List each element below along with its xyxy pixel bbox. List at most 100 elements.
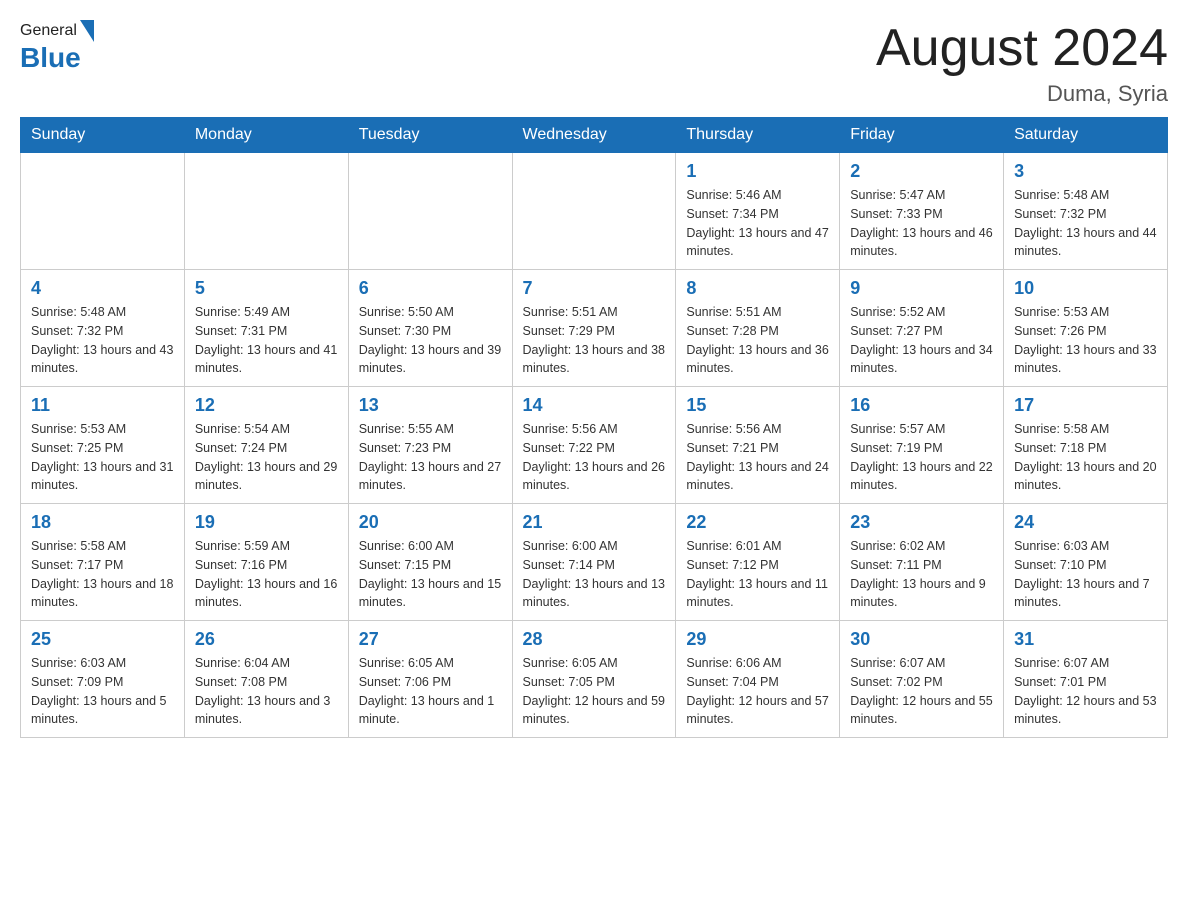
calendar-day-cell: 2Sunrise: 5:47 AMSunset: 7:33 PMDaylight…: [840, 153, 1004, 270]
calendar-day-cell: 10Sunrise: 5:53 AMSunset: 7:26 PMDayligh…: [1004, 270, 1168, 387]
day-number: 22: [686, 512, 829, 533]
calendar-week-row: 4 Sunrise: 5:48 AMSunset: 7:32 PMDaylight…: [21, 270, 1168, 387]
day-info: Sunrise: 5:53 AMSunset: 7:26 PMDaylight:…: [1014, 303, 1157, 378]
day-number: 17: [1014, 395, 1157, 416]
day-number: 9: [850, 278, 993, 299]
page-header: General Blue August 2024 Duma, Syria: [20, 20, 1168, 107]
day-number: 6: [359, 278, 502, 299]
day-info: Sunrise: 6:00 AMSunset: 7:14 PMDaylight:…: [523, 537, 666, 612]
day-of-week-header: Tuesday: [348, 118, 512, 153]
day-number: 16: [850, 395, 993, 416]
day-of-week-header: Monday: [184, 118, 348, 153]
day-info: Sunrise: 5:51 AMSunset: 7:28 PMDaylight:…: [686, 303, 829, 378]
calendar-day-cell: 5Sunrise: 5:49 AMSunset: 7:31 PMDaylight…: [184, 270, 348, 387]
calendar-day-cell: 29 Sunrise: 6:06 AMSunset: 7:04 PMDayligh…: [676, 621, 840, 738]
day-info: Sunrise: 6:00 AMSunset: 7:15 PMDaylight:…: [359, 537, 502, 612]
calendar-week-row: 25Sunrise: 6:03 AMSunset: 7:09 PMDayligh…: [21, 621, 1168, 738]
calendar-day-cell: 4 Sunrise: 5:48 AMSunset: 7:32 PMDaylight…: [21, 270, 185, 387]
calendar-day-cell: 12Sunrise: 5:54 AMSunset: 7:24 PMDayligh…: [184, 387, 348, 504]
day-number: 29: [686, 629, 829, 650]
calendar-day-cell: 20Sunrise: 6:00 AMSunset: 7:15 PMDayligh…: [348, 504, 512, 621]
logo-general-text: General: [20, 22, 77, 40]
day-of-week-header: Friday: [840, 118, 1004, 153]
logo-arrow-icon: [80, 20, 94, 42]
calendar-day-cell: 28 Sunrise: 6:05 AMSunset: 7:05 PMDayligh…: [512, 621, 676, 738]
day-number: 11: [31, 395, 174, 416]
day-number: 3: [1014, 161, 1157, 182]
calendar-day-cell: 23 Sunrise: 6:02 AMSunset: 7:11 PMDayligh…: [840, 504, 1004, 621]
day-info: Sunrise: 5:57 AMSunset: 7:19 PMDaylight:…: [850, 420, 993, 495]
day-info: Sunrise: 5:48 AMSunset: 7:32 PMDaylight:…: [1014, 186, 1157, 261]
day-info: Sunrise: 5:55 AMSunset: 7:23 PMDaylight:…: [359, 420, 502, 495]
calendar-week-row: 11 Sunrise: 5:53 AMSunset: 7:25 PMDayligh…: [21, 387, 1168, 504]
day-number: 1: [686, 161, 829, 182]
day-number: 24: [1014, 512, 1157, 533]
day-info: Sunrise: 6:03 AMSunset: 7:10 PMDaylight:…: [1014, 537, 1157, 612]
day-of-week-header: Thursday: [676, 118, 840, 153]
calendar-day-cell: 14 Sunrise: 5:56 AMSunset: 7:22 PMDayligh…: [512, 387, 676, 504]
day-info: Sunrise: 6:03 AMSunset: 7:09 PMDaylight:…: [31, 654, 174, 729]
day-number: 23: [850, 512, 993, 533]
day-info: Sunrise: 5:56 AMSunset: 7:22 PMDaylight:…: [523, 420, 666, 495]
day-info: Sunrise: 5:50 AMSunset: 7:30 PMDaylight:…: [359, 303, 502, 378]
day-info: Sunrise: 5:52 AMSunset: 7:27 PMDaylight:…: [850, 303, 993, 378]
calendar-day-cell: 18 Sunrise: 5:58 AMSunset: 7:17 PMDayligh…: [21, 504, 185, 621]
calendar-day-cell: 13 Sunrise: 5:55 AMSunset: 7:23 PMDayligh…: [348, 387, 512, 504]
day-info: Sunrise: 5:53 AMSunset: 7:25 PMDaylight:…: [31, 420, 174, 495]
day-number: 7: [523, 278, 666, 299]
calendar-day-cell: 19Sunrise: 5:59 AMSunset: 7:16 PMDayligh…: [184, 504, 348, 621]
logo: General Blue: [20, 20, 95, 74]
day-number: 21: [523, 512, 666, 533]
location-subtitle: Duma, Syria: [876, 81, 1168, 107]
day-number: 15: [686, 395, 829, 416]
day-number: 14: [523, 395, 666, 416]
day-info: Sunrise: 5:46 AMSunset: 7:34 PMDaylight:…: [686, 186, 829, 261]
day-info: Sunrise: 5:56 AMSunset: 7:21 PMDaylight:…: [686, 420, 829, 495]
day-number: 18: [31, 512, 174, 533]
calendar-week-row: 1 Sunrise: 5:46 AMSunset: 7:34 PMDaylight…: [21, 153, 1168, 270]
calendar-day-cell: 25Sunrise: 6:03 AMSunset: 7:09 PMDayligh…: [21, 621, 185, 738]
day-number: 27: [359, 629, 502, 650]
day-number: 26: [195, 629, 338, 650]
day-number: 28: [523, 629, 666, 650]
calendar-table: SundayMondayTuesdayWednesdayThursdayFrid…: [20, 117, 1168, 738]
day-number: 13: [359, 395, 502, 416]
day-info: Sunrise: 6:05 AMSunset: 7:06 PMDaylight:…: [359, 654, 502, 729]
day-info: Sunrise: 6:05 AMSunset: 7:05 PMDaylight:…: [523, 654, 666, 729]
calendar-day-cell: 15 Sunrise: 5:56 AMSunset: 7:21 PMDayligh…: [676, 387, 840, 504]
days-header-row: SundayMondayTuesdayWednesdayThursdayFrid…: [21, 118, 1168, 153]
day-number: 2: [850, 161, 993, 182]
calendar-day-cell: 24 Sunrise: 6:03 AMSunset: 7:10 PMDayligh…: [1004, 504, 1168, 621]
day-info: Sunrise: 6:07 AMSunset: 7:01 PMDaylight:…: [1014, 654, 1157, 729]
day-number: 4: [31, 278, 174, 299]
calendar-day-cell: 26Sunrise: 6:04 AMSunset: 7:08 PMDayligh…: [184, 621, 348, 738]
calendar-day-cell: 16 Sunrise: 5:57 AMSunset: 7:19 PMDayligh…: [840, 387, 1004, 504]
title-block: August 2024 Duma, Syria: [876, 20, 1168, 107]
calendar-day-cell: 7 Sunrise: 5:51 AMSunset: 7:29 PMDaylight…: [512, 270, 676, 387]
day-of-week-header: Sunday: [21, 118, 185, 153]
day-number: 12: [195, 395, 338, 416]
day-of-week-header: Saturday: [1004, 118, 1168, 153]
day-info: Sunrise: 6:07 AMSunset: 7:02 PMDaylight:…: [850, 654, 993, 729]
day-number: 31: [1014, 629, 1157, 650]
day-of-week-header: Wednesday: [512, 118, 676, 153]
calendar-week-row: 18 Sunrise: 5:58 AMSunset: 7:17 PMDayligh…: [21, 504, 1168, 621]
calendar-day-cell: 3 Sunrise: 5:48 AMSunset: 7:32 PMDaylight…: [1004, 153, 1168, 270]
day-info: Sunrise: 5:58 AMSunset: 7:18 PMDaylight:…: [1014, 420, 1157, 495]
calendar-day-cell: [348, 153, 512, 270]
day-info: Sunrise: 5:49 AMSunset: 7:31 PMDaylight:…: [195, 303, 338, 378]
calendar-day-cell: 1 Sunrise: 5:46 AMSunset: 7:34 PMDaylight…: [676, 153, 840, 270]
logo-blue-text: Blue: [20, 42, 81, 74]
day-info: Sunrise: 5:51 AMSunset: 7:29 PMDaylight:…: [523, 303, 666, 378]
calendar-day-cell: 17 Sunrise: 5:58 AMSunset: 7:18 PMDayligh…: [1004, 387, 1168, 504]
day-info: Sunrise: 6:06 AMSunset: 7:04 PMDaylight:…: [686, 654, 829, 729]
day-info: Sunrise: 5:59 AMSunset: 7:16 PMDaylight:…: [195, 537, 338, 612]
day-info: Sunrise: 6:02 AMSunset: 7:11 PMDaylight:…: [850, 537, 993, 612]
calendar-header: SundayMondayTuesdayWednesdayThursdayFrid…: [21, 118, 1168, 153]
calendar-day-cell: [21, 153, 185, 270]
day-info: Sunrise: 6:01 AMSunset: 7:12 PMDaylight:…: [686, 537, 829, 612]
day-info: Sunrise: 5:48 AMSunset: 7:32 PMDaylight:…: [31, 303, 174, 378]
day-info: Sunrise: 5:58 AMSunset: 7:17 PMDaylight:…: [31, 537, 174, 612]
day-number: 8: [686, 278, 829, 299]
month-year-title: August 2024: [876, 20, 1168, 77]
